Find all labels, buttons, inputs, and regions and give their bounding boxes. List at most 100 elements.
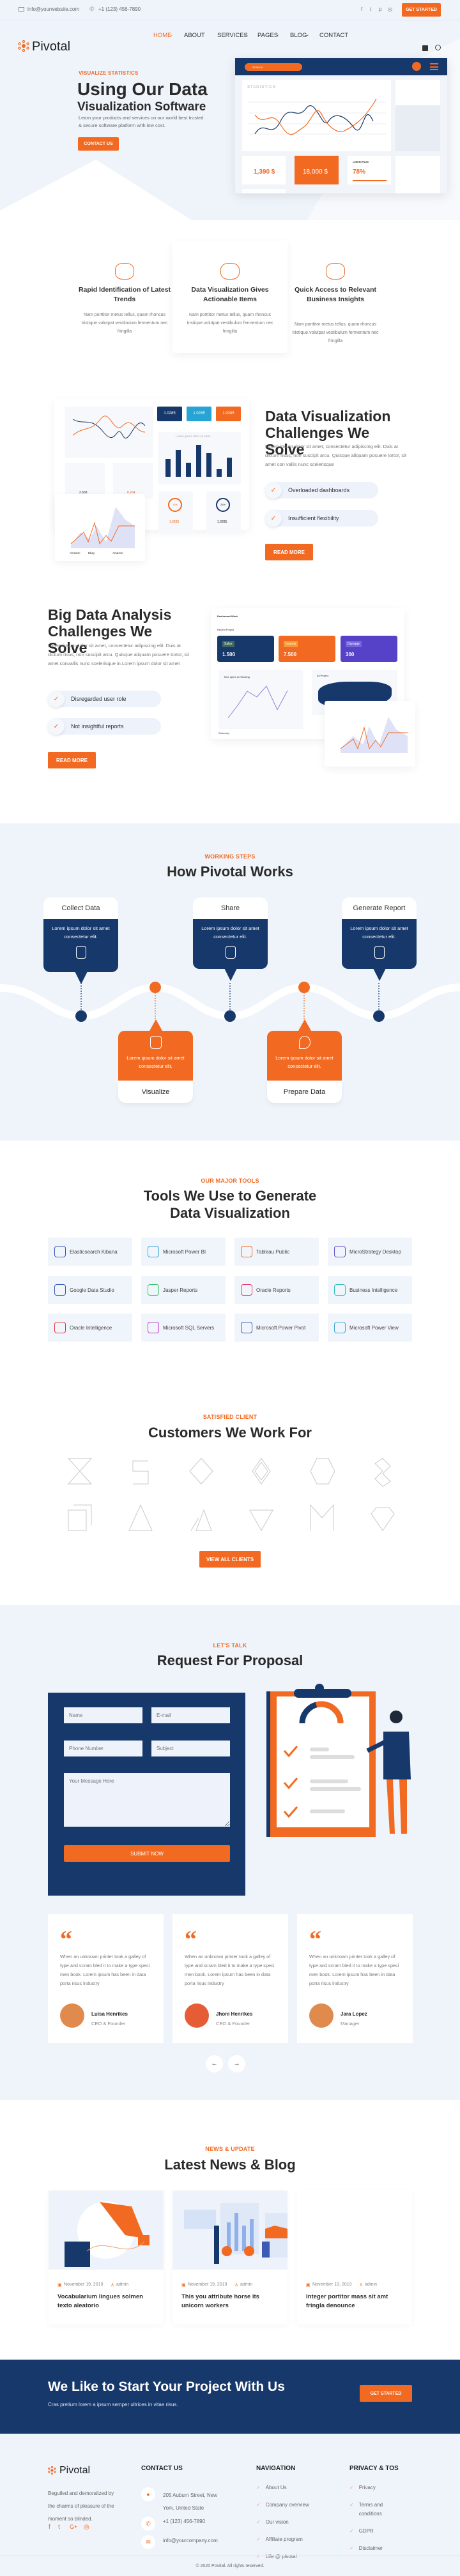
twitter-icon[interactable]: t <box>370 6 371 12</box>
nav-contact[interactable]: CONTACT <box>319 32 348 39</box>
hero-line-chart <box>249 98 386 135</box>
client-logo[interactable] <box>188 1504 214 1533</box>
nav-about[interactable]: ABOUT <box>184 32 205 39</box>
read-more-button[interactable]: READ MORE <box>265 544 313 560</box>
step-title: Collect Data <box>43 897 118 919</box>
instagram-icon[interactable]: ◎ <box>388 6 392 12</box>
x-tick: Amazon <box>112 551 123 555</box>
instagram-icon[interactable]: ◎ <box>84 2524 89 2531</box>
footer-link[interactable]: ✓ Company overview <box>256 2501 333 2510</box>
get-started-button[interactable]: GET STARTED <box>402 3 441 17</box>
footer-logo[interactable]: Pivotal <box>59 2465 90 2476</box>
post-title[interactable]: Integer portitor mass sit amt fringla de… <box>306 2293 402 2310</box>
client-logo[interactable] <box>309 1457 335 1486</box>
contact-us-button[interactable]: CONTACT US <box>78 137 119 151</box>
post-author[interactable]: admin <box>365 2282 377 2287</box>
tool-card[interactable]: Microsoft SQL Servers <box>141 1314 226 1342</box>
client-logo[interactable] <box>128 1504 153 1533</box>
tool-card[interactable]: Microsoft Power BI <box>141 1238 226 1266</box>
pinterest-icon[interactable]: p <box>379 6 381 12</box>
tool-card[interactable]: Microsoft Power View <box>328 1314 412 1342</box>
client-logo[interactable] <box>370 1457 395 1486</box>
blog-eyebrow: NEWS & UPDATE <box>205 2146 255 2152</box>
facebook-icon[interactable]: f <box>49 2524 50 2531</box>
tool-card[interactable]: Oracle Intelligence <box>48 1314 132 1342</box>
topbar-phone[interactable]: +1 (123) 456-7890 <box>98 6 141 12</box>
post-title[interactable]: Vocabularium lingues solmen texto aleato… <box>57 2293 153 2310</box>
name-input[interactable] <box>64 1707 142 1723</box>
tool-card[interactable]: Google Data Studio <box>48 1276 132 1304</box>
post-author[interactable]: admin <box>240 2282 252 2287</box>
blog-card[interactable]: ▣ November 19, 2019 ♙ admin Integer portitor… <box>297 2190 412 2325</box>
phone-icon: ✆ <box>141 2517 155 2531</box>
testimonial-text: When an unknown printer took a galley of… <box>309 1954 399 1986</box>
phone-input[interactable] <box>64 1741 142 1756</box>
subject-input[interactable] <box>151 1741 230 1756</box>
blog-title: Latest News & Blog <box>164 2157 296 2173</box>
footer-link[interactable]: ✓ Our vision <box>256 2518 333 2527</box>
cta-get-started-button[interactable]: GET STARTED <box>360 2385 412 2402</box>
blog-image[interactable] <box>49 2190 164 2270</box>
cart-icon[interactable] <box>422 45 428 51</box>
clipboard-illustration <box>266 1684 411 1837</box>
twitter-icon[interactable]: t <box>58 2524 60 2531</box>
logo-text[interactable]: Pivotal <box>32 40 70 54</box>
client-logo[interactable] <box>249 1504 274 1533</box>
footer-link[interactable]: ✓ About Us <box>256 2483 333 2492</box>
menu-icon <box>430 63 438 70</box>
post-title[interactable]: This you attribute horse its unicorn wor… <box>181 2293 277 2310</box>
facebook-icon[interactable]: f <box>361 6 362 12</box>
tool-card[interactable]: Oracle Reports <box>234 1276 319 1304</box>
footer-link[interactable]: ✓ Privacy <box>349 2483 401 2492</box>
footer-link[interactable]: ✓ Affiliate program <box>256 2535 333 2544</box>
proposal-title: Request For Proposal <box>157 1652 303 1668</box>
avatar <box>185 2003 209 2028</box>
nav-blog[interactable]: BLOG <box>290 32 307 39</box>
footer-link[interactable]: ✓ GDPR <box>349 2527 401 2536</box>
footer-link[interactable]: ✓ Terms and conditions <box>349 2501 401 2519</box>
client-logo[interactable] <box>309 1504 335 1533</box>
next-arrow-button[interactable]: → <box>228 2055 245 2072</box>
stat-value: 78% <box>353 168 366 176</box>
footer-phone[interactable]: +1 (123) 456-7890 <box>163 2517 205 2526</box>
read-more-button[interactable]: READ MORE <box>48 752 96 768</box>
search-icon[interactable] <box>435 45 441 50</box>
message-textarea[interactable] <box>64 1773 230 1827</box>
tool-icon <box>54 1284 66 1296</box>
blog-image[interactable] <box>172 2190 288 2270</box>
view-all-clients-button[interactable]: VIEW ALL CLIENTS <box>199 1551 261 1568</box>
prev-arrow-button[interactable]: ← <box>206 2055 223 2072</box>
google-plus-icon[interactable]: G+ <box>70 2524 77 2530</box>
tool-card[interactable]: Tableau Public <box>234 1238 319 1266</box>
client-logo[interactable] <box>370 1504 395 1533</box>
tool-icon <box>334 1284 346 1296</box>
tool-card[interactable]: MicroStrategy Desktop <box>328 1238 412 1266</box>
tool-card[interactable]: Elasticsearch Kibana <box>48 1238 132 1266</box>
client-logo[interactable] <box>188 1457 214 1486</box>
avatar <box>412 62 421 71</box>
nav-pages[interactable]: PAGES <box>257 32 278 39</box>
tool-card[interactable]: Business Intelligence <box>328 1276 412 1304</box>
tool-card[interactable]: Microsoft Power Pivot <box>234 1314 319 1342</box>
phone-icon: ✆ <box>89 6 95 12</box>
nav-home[interactable]: HOME <box>153 32 172 39</box>
tool-card[interactable]: Jasper Reports <box>141 1276 226 1304</box>
client-logo[interactable] <box>67 1504 93 1533</box>
tool-name: Oracle Intelligence <box>70 1324 112 1331</box>
topbar-email[interactable]: info@yourwebsite.com <box>27 6 79 12</box>
chart-title: Lorem ipsum dolor sit amet <box>176 435 211 438</box>
footer-link-label: Privacy <box>358 2485 376 2490</box>
client-logo[interactable] <box>67 1457 93 1486</box>
client-logo[interactable] <box>128 1457 153 1486</box>
footer-link[interactable]: ✓ Life @ pivotal <box>256 2552 333 2561</box>
footer-email[interactable]: info@yourcompany.com <box>163 2536 218 2545</box>
step-title: Visualize <box>118 1081 193 1103</box>
client-logo[interactable] <box>249 1457 274 1486</box>
submit-button[interactable]: SUBMIT NOW <box>64 1845 230 1862</box>
post-author[interactable]: admin <box>116 2282 128 2287</box>
blog-card[interactable]: ▣ November 19, 2019 ♙ admin Vocabularium lin… <box>49 2190 164 2325</box>
footer-link[interactable]: ✓ Disclaimer <box>349 2544 401 2553</box>
blog-card[interactable]: ▣ November 19, 2019 ♙ admin This you attribu… <box>172 2190 288 2325</box>
step-card: Lorem ipsum dolor sit amet consectetur e… <box>193 919 268 969</box>
email-input[interactable] <box>151 1707 230 1723</box>
